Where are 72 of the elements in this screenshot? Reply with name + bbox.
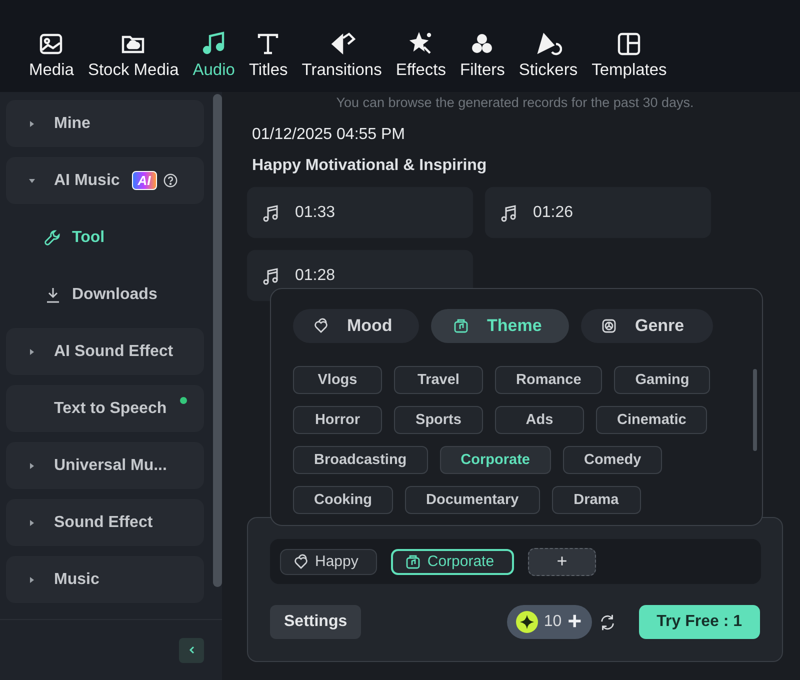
add-tag-button[interactable]: + bbox=[528, 548, 596, 576]
sidebar-item[interactable]: Text to Speech bbox=[6, 385, 204, 432]
tag-chip[interactable]: Corporate bbox=[391, 548, 514, 574]
track-duration: 01:33 bbox=[295, 204, 336, 222]
help-icon[interactable] bbox=[162, 173, 178, 188]
info-text: You can browse the generated records for the past 30 days. bbox=[335, 95, 695, 110]
sidebar-item[interactable]: AI Sound Effect bbox=[6, 328, 204, 375]
toolbar-tab[interactable]: Effects bbox=[388, 30, 453, 80]
chevron-left-icon bbox=[186, 645, 196, 655]
collapse-button[interactable] bbox=[179, 638, 204, 662]
tag-button[interactable]: Corporate bbox=[440, 446, 551, 474]
toolbar-tab[interactable]: Stock Media bbox=[80, 30, 186, 80]
tag-button[interactable]: Comedy bbox=[562, 446, 662, 474]
tag-button[interactable]: Ads bbox=[495, 406, 584, 434]
toolbar-tab[interactable]: Stickers bbox=[512, 30, 585, 80]
download-icon bbox=[44, 286, 62, 304]
sidebar-label: Universal Mu... bbox=[54, 456, 167, 474]
hearts-icon bbox=[293, 554, 309, 570]
tag-button[interactable]: Horror bbox=[293, 406, 382, 434]
music-note-icon bbox=[261, 266, 281, 286]
music-box-icon bbox=[453, 318, 469, 334]
tag-chip[interactable]: Happy bbox=[280, 548, 378, 574]
track-duration: 01:28 bbox=[295, 266, 336, 284]
toolbar-tab[interactable]: Transitions bbox=[294, 30, 389, 80]
toolbar-tab[interactable]: Titles bbox=[242, 30, 295, 80]
tag-button[interactable]: Broadcasting bbox=[293, 446, 428, 474]
credits-count: 10 bbox=[544, 613, 562, 631]
wrench-icon bbox=[44, 228, 62, 246]
sidebar-label: Text to Speech bbox=[54, 400, 167, 418]
music-note-icon bbox=[499, 202, 519, 222]
sidebar-item[interactable]: Music bbox=[6, 556, 204, 603]
tag-button[interactable]: Cooking bbox=[293, 486, 393, 514]
tag-button[interactable]: Gaming bbox=[614, 366, 710, 394]
toolbar-tab[interactable]: Filters bbox=[453, 30, 512, 80]
category-tab[interactable]: Mood bbox=[293, 309, 419, 343]
sidebar-item[interactable]: Sound Effect bbox=[6, 499, 204, 546]
sidebar-label: Sound Effect bbox=[54, 514, 153, 532]
tag-button[interactable]: Sports bbox=[394, 406, 483, 434]
sidebar-item[interactable]: Mine bbox=[6, 100, 204, 147]
tag-button[interactable]: Cinematic bbox=[596, 406, 708, 434]
toolbar-tab[interactable]: Media bbox=[22, 30, 81, 80]
sidebar-label: Music bbox=[54, 570, 100, 588]
toolbar-tab[interactable]: Audio bbox=[186, 30, 242, 80]
tag-button[interactable]: Drama bbox=[552, 486, 641, 514]
hearts-icon bbox=[313, 318, 329, 334]
scrollbar[interactable] bbox=[213, 94, 222, 587]
tag-button[interactable]: Documentary bbox=[405, 486, 540, 514]
category-tab[interactable]: Theme bbox=[431, 309, 569, 343]
sidebar-item[interactable]: Universal Mu... bbox=[6, 442, 204, 489]
tag-button[interactable]: Travel bbox=[394, 366, 483, 394]
track-card[interactable]: 01:26 bbox=[485, 187, 711, 238]
tag-button[interactable]: Romance bbox=[495, 366, 602, 394]
add-credits-button[interactable]: + bbox=[568, 610, 582, 634]
track-card[interactable]: 01:33 bbox=[247, 187, 473, 238]
sidebar-label: Mine bbox=[54, 114, 90, 132]
sidebar-item[interactable]: Tool bbox=[6, 214, 204, 261]
record-date: 01/12/2025 04:55 PM bbox=[251, 126, 406, 144]
tag-button[interactable]: Vlogs bbox=[293, 366, 382, 394]
scrollbar[interactable] bbox=[753, 369, 757, 451]
track-duration: 01:26 bbox=[533, 204, 574, 222]
settings-button[interactable]: Settings bbox=[270, 605, 362, 639]
music-note-icon bbox=[261, 202, 281, 222]
record-title: Happy Motivational & Inspiring bbox=[251, 157, 488, 175]
sparkle-coin-icon bbox=[516, 611, 538, 633]
music-box-icon bbox=[405, 554, 422, 570]
try-free-button[interactable]: Try Free : 1 bbox=[638, 605, 760, 639]
toolbar-tab[interactable]: Templates bbox=[584, 30, 674, 80]
sidebar-label: AI Sound Effect bbox=[54, 342, 174, 360]
credits-pill[interactable]: 10 + bbox=[506, 605, 592, 639]
category-tab[interactable]: Genre bbox=[581, 309, 713, 343]
sidebar-item[interactable]: Downloads bbox=[6, 271, 204, 318]
sidebar-label: AI Music bbox=[54, 172, 120, 190]
